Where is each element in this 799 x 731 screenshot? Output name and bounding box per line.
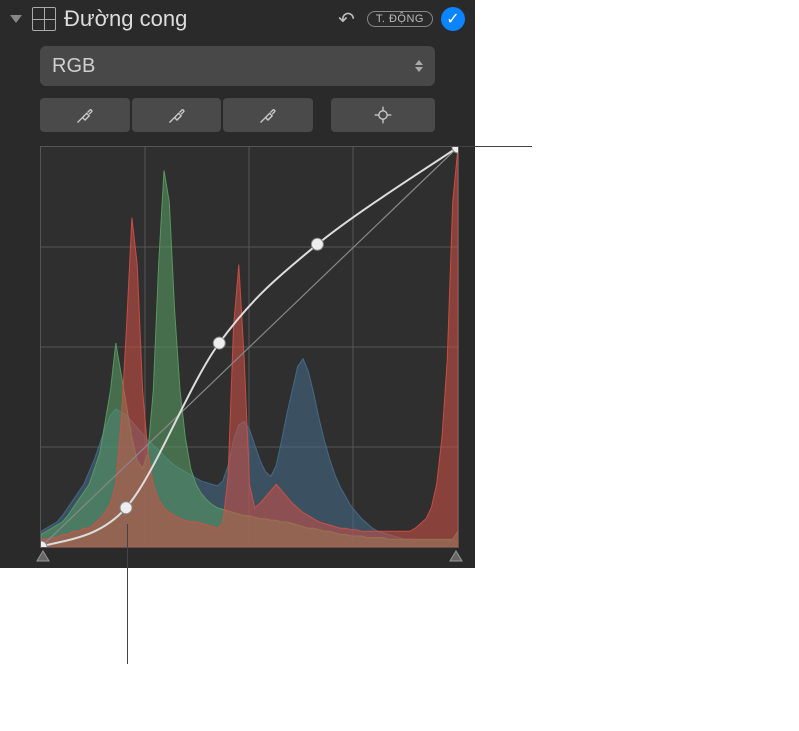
curves-panel: Đường cong ↶ T. ĐỘNG ✓ RGB — [0, 0, 475, 568]
callout-line — [460, 146, 532, 147]
white-point-slider[interactable] — [449, 549, 463, 563]
callout-line — [127, 524, 128, 664]
channel-dropdown-label: RGB — [52, 55, 95, 78]
eyedropper-icon — [167, 105, 187, 125]
channel-dropdown[interactable]: RGB — [40, 46, 435, 86]
curve-control-point[interactable] — [213, 337, 225, 349]
eyedropper-icon — [258, 105, 278, 125]
black-point-eyedropper-button[interactable] — [40, 98, 130, 132]
black-point-slider[interactable] — [36, 549, 50, 563]
eyedropper-icon — [75, 105, 95, 125]
curve-control-point[interactable] — [311, 238, 323, 250]
eyedropper-toolbar — [40, 98, 435, 132]
target-icon — [373, 105, 393, 125]
curve-control-point[interactable] — [120, 502, 132, 514]
dropdown-arrows-icon — [415, 60, 423, 72]
add-point-button[interactable] — [331, 98, 435, 132]
curves-grid-icon — [32, 7, 56, 31]
collapse-chevron-icon[interactable] — [10, 15, 22, 23]
auto-button[interactable]: T. ĐỘNG — [367, 11, 433, 27]
gray-point-eyedropper-button[interactable] — [132, 98, 222, 132]
panel-title: Đường cong — [64, 6, 330, 32]
curves-svg — [41, 147, 458, 547]
enable-toggle-icon[interactable]: ✓ — [441, 7, 465, 31]
white-point-eyedropper-button[interactable] — [223, 98, 313, 132]
curves-chart[interactable] — [40, 146, 459, 548]
undo-icon[interactable]: ↶ — [338, 7, 355, 32]
panel-header: Đường cong ↶ T. ĐỘNG ✓ — [0, 0, 475, 38]
controls-area: RGB — [0, 38, 475, 132]
